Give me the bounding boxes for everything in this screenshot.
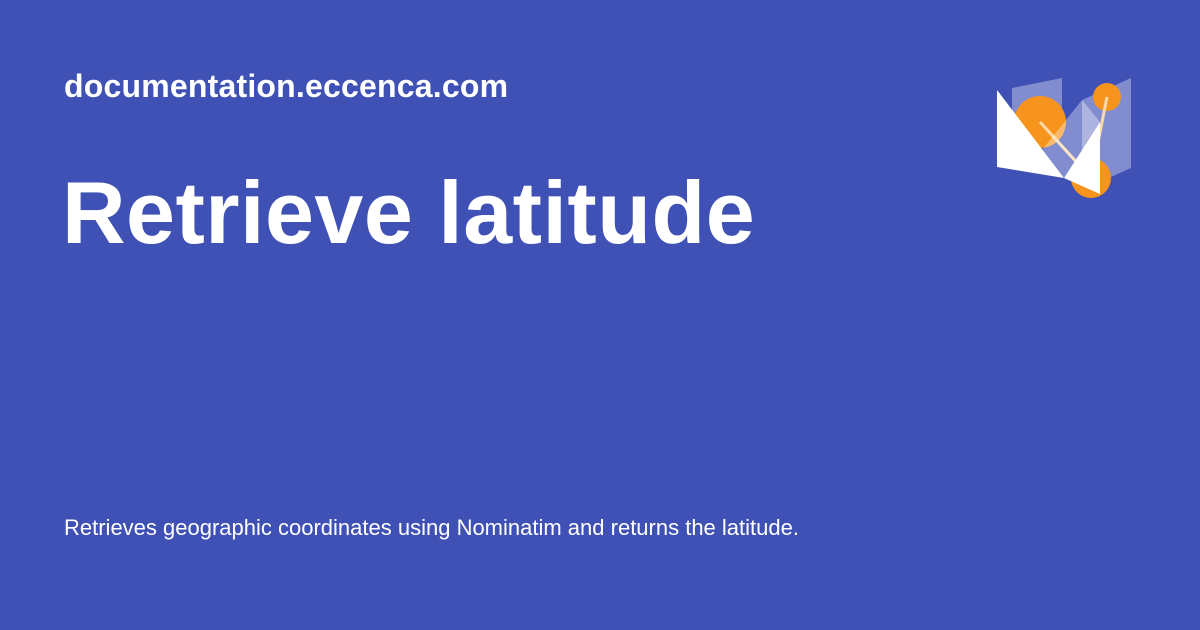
- site-name: documentation.eccenca.com: [64, 68, 509, 104]
- eccenca-logo-icon: [997, 78, 1131, 198]
- social-card: documentation.eccenca.com Retrieve latit…: [0, 0, 1200, 630]
- page-title: Retrieve latitude: [62, 163, 756, 262]
- page-description: Retrieves geographic coordinates using N…: [64, 515, 799, 540]
